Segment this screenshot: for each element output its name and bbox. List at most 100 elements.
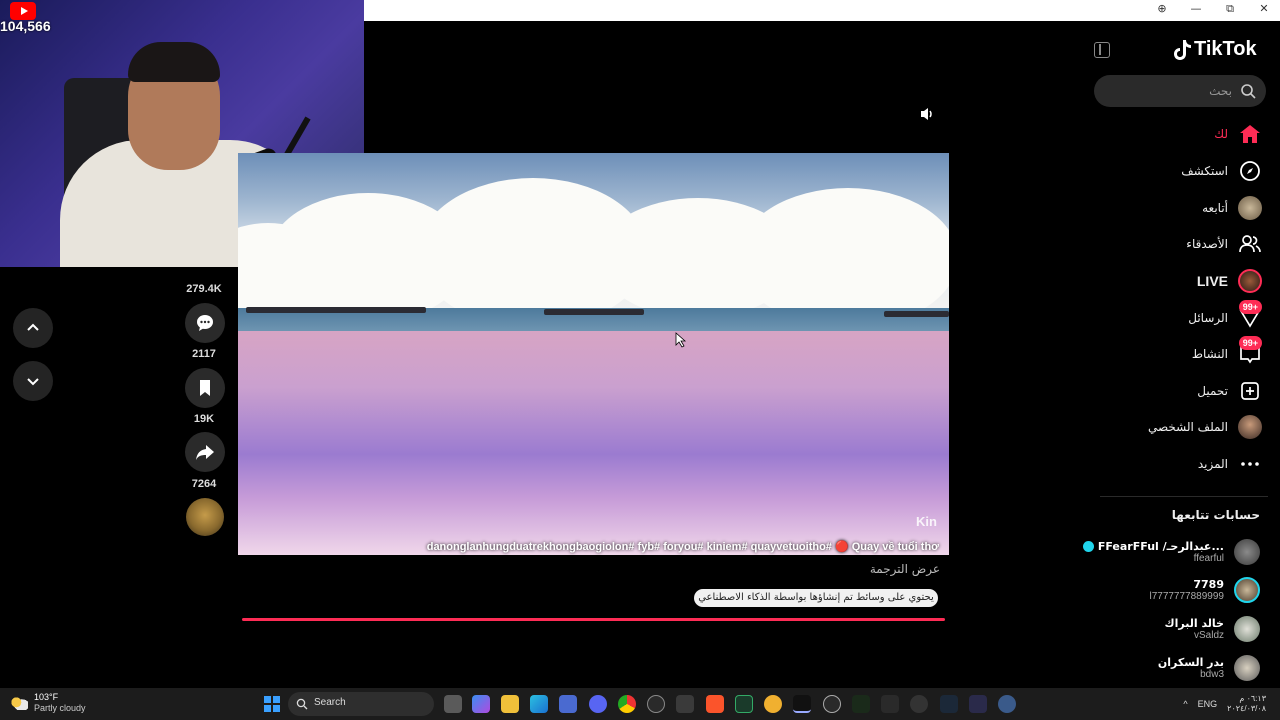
close-icon[interactable]: ✕ — [1256, 2, 1272, 16]
menu-for-you[interactable]: لك — [1102, 120, 1262, 148]
previous-video-button[interactable] — [13, 308, 53, 348]
creator-avatar[interactable] — [186, 498, 224, 536]
tiktok-logo[interactable]: TikTok — [1172, 38, 1257, 61]
menu-label: الأصدقاء — [1186, 237, 1228, 251]
next-video-button[interactable] — [13, 361, 53, 401]
ship — [246, 307, 426, 313]
save-count: 19K — [193, 413, 215, 425]
sidebar-divider — [1100, 496, 1268, 497]
store-icon[interactable] — [559, 695, 577, 713]
ai-generated-label: يحتوي على وسائط تم إنشاؤها بواسطة الذكاء… — [694, 589, 938, 607]
copilot-icon[interactable] — [472, 695, 490, 713]
xbox-icon[interactable] — [735, 695, 753, 713]
share-icon — [196, 445, 214, 460]
sound-icon[interactable] — [919, 106, 935, 122]
bookmark-icon — [200, 380, 210, 396]
app-icon[interactable] — [910, 695, 928, 713]
brave-icon[interactable] — [706, 695, 724, 713]
save-button[interactable] — [185, 368, 225, 408]
menu-label: لك — [1214, 127, 1228, 141]
zoom-icon[interactable]: ⊕ — [1154, 2, 1170, 16]
weather-text: 103°F Partly cloudy — [34, 692, 86, 714]
obs-icon[interactable] — [823, 695, 841, 713]
video-player[interactable]: Kin danonglanhungduatrekhongbaogiolon# f… — [238, 153, 949, 555]
taskbar-search[interactable]: Search — [288, 692, 434, 716]
partly-cloudy-icon — [10, 696, 28, 710]
keyboard-language[interactable]: ENG — [1198, 699, 1218, 709]
menu-upload[interactable]: تحميل — [1102, 377, 1262, 405]
following-account[interactable]: 7789 l7777777889999 — [1084, 572, 1260, 608]
messages-badge: 99+ — [1238, 300, 1262, 314]
window-controls: ⊕ — ⧉ ✕ — [1154, 2, 1272, 16]
emoji-app-icon[interactable] — [764, 695, 782, 713]
live-avatar — [1238, 269, 1262, 293]
following-account[interactable]: FFearFFul /عبدالرحـ... ffearful — [1082, 534, 1260, 570]
menu-explore[interactable]: استكشف — [1102, 157, 1262, 185]
menu-label: الملف الشخصي — [1148, 420, 1228, 434]
weather-condition: Partly cloudy — [34, 703, 86, 713]
following-account[interactable]: خالد البراك vSaldz — [1084, 611, 1260, 647]
streamer-hair — [128, 42, 220, 82]
following-account[interactable]: بدر السكران bdw3 — [1084, 650, 1260, 686]
following-account-text: بدر السكران bdw3 — [1158, 656, 1224, 680]
ship — [884, 311, 949, 317]
menu-more[interactable]: المزيد — [1102, 450, 1262, 478]
menu-messages[interactable]: الرسائل 99+ — [1102, 300, 1262, 332]
following-account-name: FFearFFul /عبدالرحـ... — [1082, 540, 1224, 553]
compass-icon — [1238, 159, 1262, 183]
account-username: vSaldz — [1193, 630, 1224, 641]
following-account-text: خالد البراك vSaldz — [1165, 617, 1224, 641]
menu-following[interactable]: أتابعه — [1102, 194, 1262, 222]
search-box[interactable] — [1094, 75, 1266, 107]
account-username: bdw3 — [1200, 669, 1224, 680]
menu-friends[interactable]: الأصدقاء — [1102, 230, 1262, 258]
restore-icon[interactable]: ⧉ — [1222, 2, 1238, 16]
app-icon[interactable] — [676, 695, 694, 713]
upload-icon — [1238, 379, 1262, 403]
comment-count: 2117 — [192, 348, 216, 360]
task-view-icon[interactable] — [444, 695, 462, 713]
minimize-icon[interactable]: — — [1188, 2, 1204, 16]
tiktok-taskbar-icon[interactable] — [793, 695, 811, 713]
clock-date: ٢٠٢٤/٠٣/٠٨ — [1227, 704, 1266, 713]
screen: ⊕ — ⧉ ✕ 104,566 279.4K 2117 19K 7264 Kin… — [0, 0, 1280, 720]
search-input[interactable] — [1094, 75, 1236, 107]
openai-icon[interactable] — [647, 695, 665, 713]
search-icon — [296, 698, 308, 710]
tray-chevron-icon[interactable]: ^ — [1183, 699, 1187, 709]
edge-icon[interactable] — [530, 695, 548, 713]
see-translation-link[interactable]: عرض الترجمة — [760, 562, 940, 576]
video-caption: danonglanhungduatrekhongbaogiolon# fyb# … — [426, 541, 939, 553]
cursor-icon — [675, 332, 687, 348]
menu-activity[interactable]: النشاط 99+ — [1102, 336, 1262, 368]
logo-text: TikTok — [1194, 38, 1257, 60]
discord-icon[interactable] — [589, 695, 607, 713]
tiktok-icon — [1174, 39, 1191, 60]
capcut-icon[interactable] — [881, 695, 899, 713]
nvidia-icon[interactable] — [852, 695, 870, 713]
menu-live[interactable]: LIVE — [1102, 267, 1262, 295]
taskbar-search-label: Search — [314, 697, 346, 708]
collapse-sidebar-icon[interactable] — [1094, 42, 1110, 58]
chrome-icon[interactable] — [618, 695, 636, 713]
home-icon — [1238, 122, 1262, 146]
account-avatar — [1234, 616, 1260, 642]
following-avatar — [1238, 196, 1262, 220]
video-progress-bar[interactable] — [242, 618, 945, 621]
verified-icon — [1082, 541, 1094, 552]
clock-time: ٠٦:١٣ م — [1239, 694, 1266, 703]
steam-icon[interactable] — [940, 695, 958, 713]
file-explorer-icon[interactable] — [501, 695, 519, 713]
share-button[interactable] — [185, 432, 225, 472]
menu-profile[interactable]: الملف الشخصي — [1102, 413, 1262, 441]
settings-icon[interactable] — [998, 695, 1016, 713]
comment-button[interactable] — [185, 303, 225, 343]
menu-label: النشاط — [1191, 347, 1228, 361]
weather-widget[interactable]: 103°F Partly cloudy — [10, 692, 86, 714]
view-count: 104,566 — [0, 18, 51, 34]
windows-taskbar: 103°F Partly cloudy Search ^ ENG ٠٦:١٣ م… — [0, 688, 1280, 720]
windows-start-icon[interactable] — [264, 696, 280, 712]
mail-icon[interactable] — [969, 695, 987, 713]
clock[interactable]: ٠٦:١٣ م ٢٠٢٤/٠٣/٠٨ — [1227, 694, 1266, 714]
account-username: ffearful — [1193, 553, 1224, 564]
